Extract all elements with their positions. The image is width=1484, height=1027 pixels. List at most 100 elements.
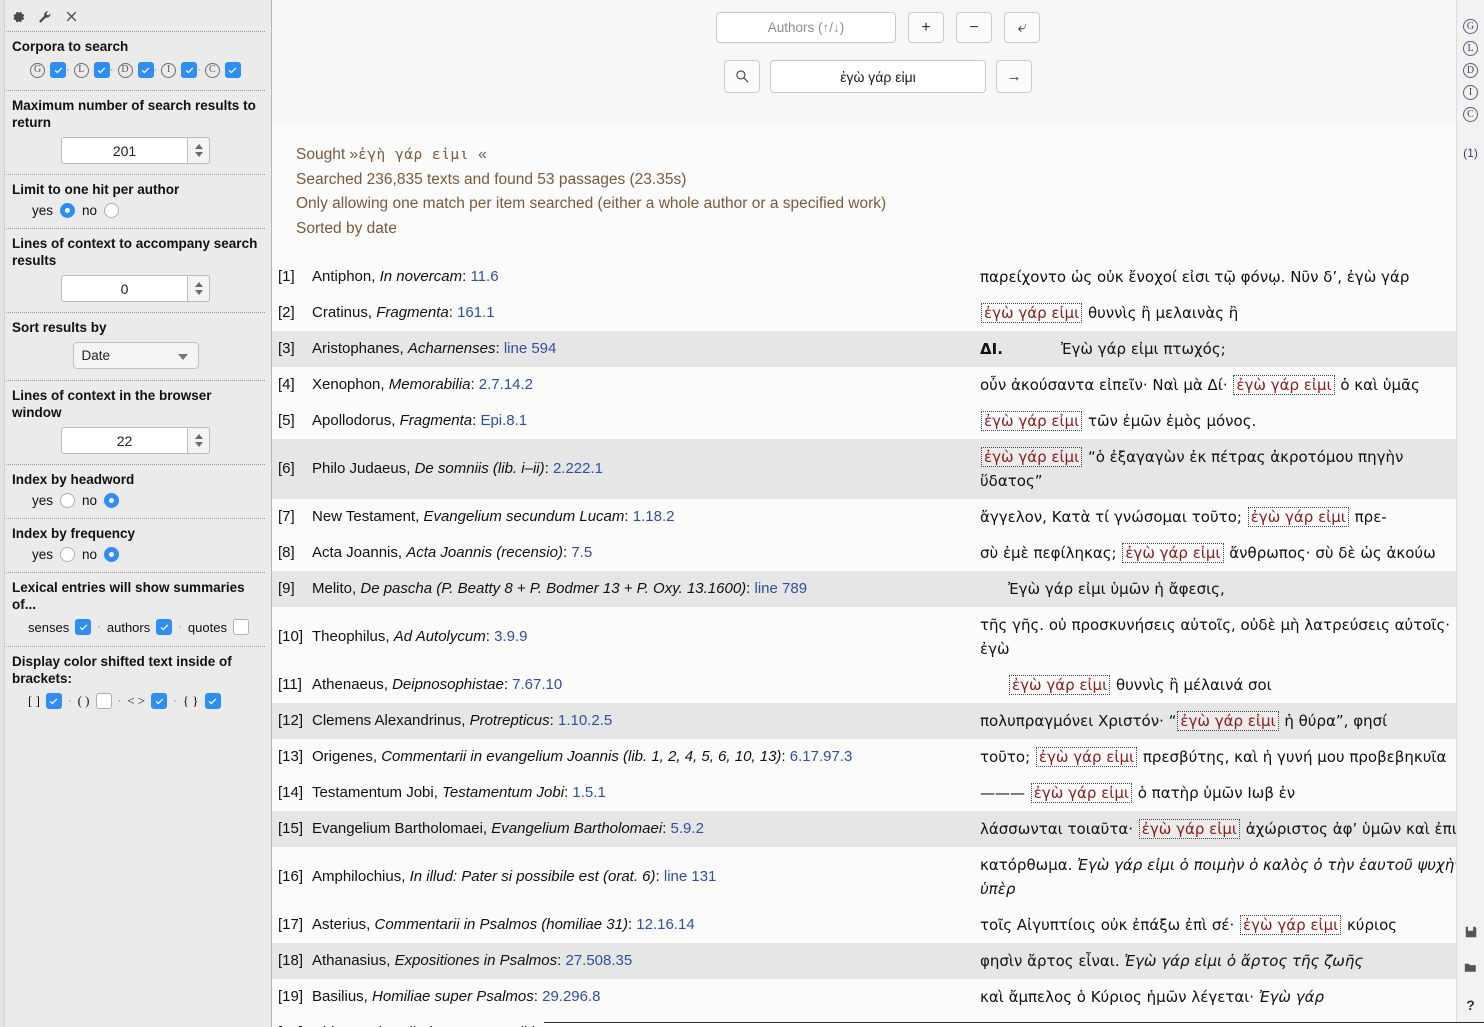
result-locus-link[interactable]: 5.9.2: [671, 820, 704, 837]
table-row[interactable]: [8] Acta Joannis, Acta Joannis (recensio)…: [272, 535, 1484, 571]
result-locus-link[interactable]: line 131: [664, 868, 717, 885]
help-icon[interactable]: ?: [1466, 997, 1475, 1013]
bracket-curly-checkbox[interactable]: [204, 693, 221, 709]
result-locus-link[interactable]: 2.222.1: [553, 460, 603, 477]
table-row[interactable]: [14] Testamentum Jobi, Testamentum Jobi: …: [272, 775, 1484, 811]
table-row[interactable]: [9] Melito, De pascha (P. Beatty 8 + P. B…: [272, 571, 1484, 607]
rail-corpus-d[interactable]: D: [1463, 63, 1478, 78]
close-icon[interactable]: [64, 10, 78, 24]
context-lines-spinner-buttons[interactable]: [187, 275, 210, 302]
table-row[interactable]: [7] New Testament, Evangelium secundum Lu…: [272, 499, 1484, 535]
rail-corpus-c[interactable]: C: [1463, 107, 1478, 122]
stepper-up-icon[interactable]: [194, 434, 203, 439]
max-results-label: Maximum number of search results to retu…: [12, 98, 256, 130]
result-locus-link[interactable]: line 789: [755, 580, 808, 597]
bracket-square-checkbox[interactable]: [45, 693, 62, 709]
index-headword-no-radio[interactable]: [104, 493, 120, 508]
result-locus-link[interactable]: 7.67.10: [512, 676, 562, 693]
result-work: Evangelium Bartholomaei: [491, 820, 663, 837]
result-citation-cell: [12] Clemens Alexandrinus, Protrepticus: …: [272, 703, 972, 739]
stepper-down-icon[interactable]: [194, 152, 203, 157]
dot-separator: ·: [66, 64, 70, 76]
result-locus-link[interactable]: 6.17.97.3: [790, 748, 853, 765]
lexical-option-quotes-checkbox[interactable]: [232, 619, 249, 635]
lexical-option-senses-checkbox[interactable]: [75, 619, 92, 635]
context-lines-label: Lines of context to accompany search res…: [12, 236, 258, 268]
table-row[interactable]: [10] Theophilus, Ad Autolycum: 3.9.9 τῆς γ…: [272, 607, 1484, 667]
corpus-checkbox-d[interactable]: [137, 62, 154, 78]
max-results-stepper[interactable]: 201: [10, 134, 261, 168]
browser-lines-spinner-buttons[interactable]: [187, 427, 210, 454]
table-row[interactable]: [15] Evangelium Bartholomaei, Evangelium …: [272, 811, 1484, 847]
result-locus-link[interactable]: line 594: [504, 340, 557, 357]
result-locus-link[interactable]: 11.6: [470, 268, 498, 285]
table-row[interactable]: [5] Apollodorus, Fragmenta: Epi.8.1 ἐγὼ γά…: [272, 403, 1484, 439]
remove-button[interactable]: −: [956, 12, 992, 43]
table-row[interactable]: [3] Aristophanes, Acharnenses: line 594 ΔΙ…: [272, 331, 1484, 367]
index-frequency-yes-radio[interactable]: [60, 547, 76, 562]
result-locus-link[interactable]: 1.18.2: [633, 508, 675, 525]
table-row[interactable]: [13] Origenes, Commentarii in evangelium …: [272, 739, 1484, 775]
result-author: Theophilus,: [312, 628, 390, 645]
wrench-icon[interactable]: [38, 10, 52, 24]
result-snippet: παρείχοντο ὡς οὐκ ἔνοχοί εἰσι τῷ φόνῳ. Ν…: [980, 265, 1409, 289]
max-results-input[interactable]: 201: [61, 137, 187, 164]
sort-by-select[interactable]: Date: [72, 342, 199, 369]
rail-corpus-i[interactable]: I: [1463, 85, 1478, 100]
result-locus-link[interactable]: 1.5.1: [572, 784, 605, 801]
result-locus-link[interactable]: 7.5: [571, 544, 592, 561]
result-author: Antiphon,: [312, 268, 376, 285]
table-row[interactable]: [12] Clemens Alexandrinus, Protrepticus: …: [272, 703, 1484, 739]
go-button[interactable]: →: [996, 60, 1032, 93]
result-locus-link[interactable]: 1.10.2.5: [558, 712, 612, 729]
result-locus-link[interactable]: 161.1: [457, 304, 495, 321]
gear-icon[interactable]: [12, 10, 26, 24]
context-lines-input[interactable]: 0: [61, 275, 187, 302]
one-hit-no-radio[interactable]: [104, 203, 120, 218]
bracket-round-checkbox[interactable]: [95, 693, 112, 709]
bracket-angle-checkbox[interactable]: [151, 693, 168, 709]
corpus-checkbox-g[interactable]: [50, 62, 67, 78]
corpus-checkbox-i[interactable]: [181, 62, 198, 78]
reset-button[interactable]: ⤶: [1004, 12, 1040, 43]
index-frequency-no-radio[interactable]: [104, 547, 120, 562]
corpus-checkbox-l[interactable]: [93, 62, 110, 78]
result-locus-link[interactable]: Epi.8.1: [480, 412, 527, 429]
table-row[interactable]: [11] Athenaeus, Deipnosophistae: 7.67.10 ἐ…: [272, 667, 1484, 703]
result-locus-link[interactable]: 3.9.9: [494, 628, 527, 645]
table-row[interactable]: [6] Philo Judaeus, De somniis (lib. i–ii)…: [272, 439, 1484, 499]
search-input[interactable]: ἐγὼ γάρ εἰμι: [770, 60, 986, 93]
stepper-up-icon[interactable]: [194, 282, 203, 287]
index-headword-yes-radio[interactable]: [60, 493, 76, 508]
result-locus-link[interactable]: 12.16.14: [636, 916, 694, 933]
lexical-option-authors-checkbox[interactable]: [156, 619, 173, 635]
table-row[interactable]: [2] Cratinus, Fragmenta: 161.1 ἐγὼ γάρ εἰμ…: [272, 295, 1484, 331]
folder-icon[interactable]: [1463, 961, 1478, 975]
table-row[interactable]: [18] Athanasius, Expositiones in Psalmos:…: [272, 943, 1484, 979]
snippet-text: τῶν ἐμῶν ἐμὸς μόνος.: [1083, 412, 1257, 430]
table-row[interactable]: [19] Basilius, Homiliae super Psalmos: 29…: [272, 979, 1484, 1015]
stepper-down-icon[interactable]: [194, 442, 203, 447]
stepper-down-icon[interactable]: [194, 290, 203, 295]
browser-lines-input[interactable]: 22: [61, 427, 187, 454]
result-locus-link[interactable]: 2.7.14.2: [479, 376, 533, 393]
add-button[interactable]: +: [908, 12, 944, 43]
context-lines-stepper[interactable]: 0: [10, 272, 261, 306]
save-icon[interactable]: [1464, 925, 1478, 939]
table-row[interactable]: [4] Xenophon, Memorabilia: 2.7.14.2 οὖν ἀκ…: [272, 367, 1484, 403]
table-row[interactable]: [1] Antiphon, In novercam: 11.6 παρείχοντο…: [272, 259, 1484, 295]
table-row[interactable]: [17] Asterius, Commentarii in Psalmos (ho…: [272, 907, 1484, 943]
snippet-text: πρεσβύτης, καὶ ἡ γυνή μου προβεβηκυῖα: [1138, 748, 1447, 766]
table-row[interactable]: [16] Amphilochius, In illud: Pater si pos…: [272, 847, 1484, 907]
max-results-spinner-buttons[interactable]: [187, 137, 210, 164]
search-icon[interactable]: [724, 60, 760, 93]
one-hit-yes-radio[interactable]: [60, 203, 76, 218]
rail-corpus-l[interactable]: L: [1463, 41, 1478, 56]
stepper-up-icon[interactable]: [194, 144, 203, 149]
corpus-checkbox-c[interactable]: [224, 62, 241, 78]
browser-lines-stepper[interactable]: 22: [10, 424, 261, 458]
result-locus-link[interactable]: 27.508.35: [565, 952, 632, 969]
result-locus-link[interactable]: 29.296.8: [542, 988, 600, 1005]
authors-input[interactable]: Authors (↑/↓): [716, 12, 896, 43]
rail-corpus-g[interactable]: G: [1463, 19, 1478, 34]
